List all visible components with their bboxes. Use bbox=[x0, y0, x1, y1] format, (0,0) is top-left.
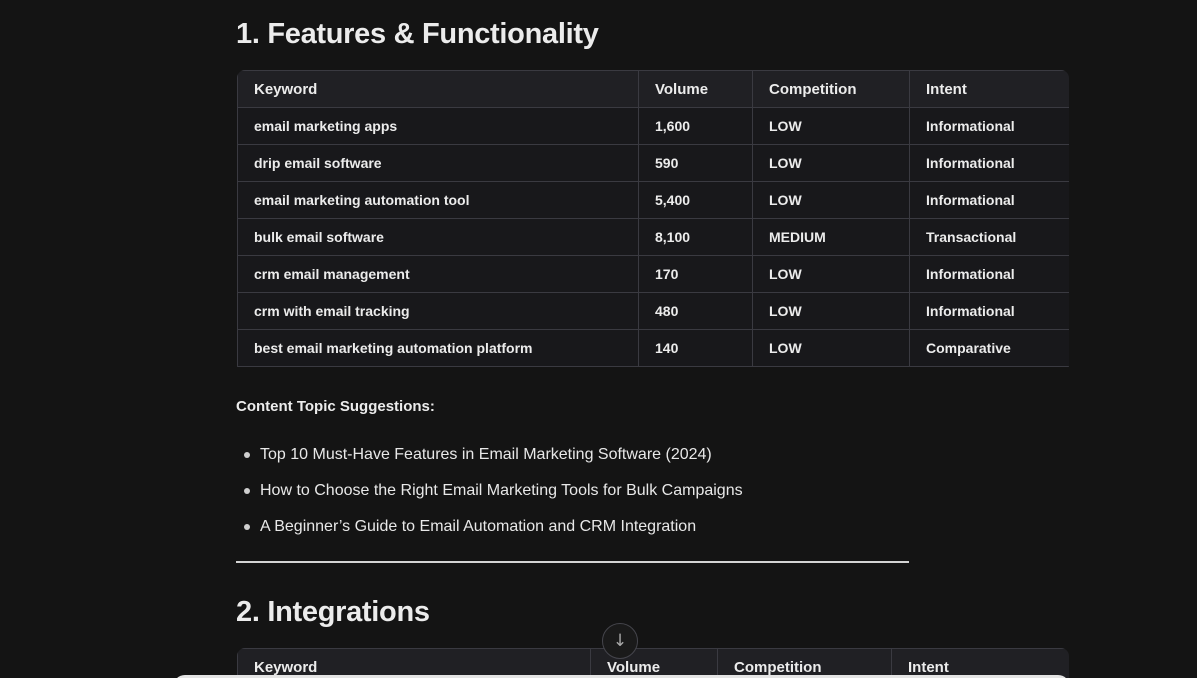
cell-keyword: email marketing apps bbox=[238, 108, 639, 145]
cell-volume: 5,400 bbox=[639, 182, 753, 219]
cell-volume: 140 bbox=[639, 330, 753, 367]
list-item: A Beginner’s Guide to Email Automation a… bbox=[236, 509, 1056, 545]
chat-response-content: 1. Features & Functionality Keyword Volu… bbox=[236, 0, 1069, 678]
chat-page: { "colors": { "page_bg": "#141414", "tex… bbox=[0, 0, 1197, 678]
cell-intent: Comparative bbox=[910, 330, 1070, 367]
cell-keyword: drip email software bbox=[238, 145, 639, 182]
cell-competition: LOW bbox=[753, 145, 910, 182]
column-header-competition: Competition bbox=[753, 71, 910, 108]
column-header-intent: Intent bbox=[892, 649, 1070, 678]
table-row: crm with email tracking 480 LOW Informat… bbox=[238, 293, 1070, 330]
cell-keyword: best email marketing automation platform bbox=[238, 330, 639, 367]
cell-keyword: bulk email software bbox=[238, 219, 639, 256]
cell-competition: LOW bbox=[753, 293, 910, 330]
cell-competition: LOW bbox=[753, 256, 910, 293]
features-keyword-table: Keyword Volume Competition Intent email … bbox=[237, 70, 1069, 373]
table-row: best email marketing automation platform… bbox=[238, 330, 1070, 367]
cell-volume: 480 bbox=[639, 293, 753, 330]
scroll-to-bottom-button[interactable]: ↓ bbox=[602, 623, 638, 659]
cell-volume: 590 bbox=[639, 145, 753, 182]
cell-intent: Informational bbox=[910, 182, 1070, 219]
cell-competition: LOW bbox=[753, 330, 910, 367]
list-item-text: Top 10 Must-Have Features in Email Marke… bbox=[260, 446, 712, 463]
integrations-keyword-table: Keyword Volume Competition Intent bbox=[237, 648, 1069, 678]
column-header-volume: Volume bbox=[639, 71, 753, 108]
cell-intent: Informational bbox=[910, 293, 1070, 330]
arrow-down-icon: ↓ bbox=[613, 633, 627, 650]
column-header-keyword: Keyword bbox=[238, 649, 591, 678]
cell-intent: Transactional bbox=[910, 219, 1070, 256]
cell-intent: Informational bbox=[910, 108, 1070, 145]
cell-competition: MEDIUM bbox=[753, 219, 910, 256]
list-item: How to Choose the Right Email Marketing … bbox=[236, 473, 1056, 509]
cell-volume: 170 bbox=[639, 256, 753, 293]
section-1-title: 1. Features & Functionality bbox=[236, 18, 599, 51]
column-header-competition: Competition bbox=[718, 649, 892, 678]
list-item-text: A Beginner’s Guide to Email Automation a… bbox=[260, 518, 696, 535]
cell-keyword: crm email management bbox=[238, 256, 639, 293]
table-row: bulk email software 8,100 MEDIUM Transac… bbox=[238, 219, 1070, 256]
section-divider bbox=[236, 561, 909, 563]
cell-keyword: email marketing automation tool bbox=[238, 182, 639, 219]
content-topic-suggestions-heading: Content Topic Suggestions: bbox=[236, 398, 435, 415]
table-header-row: Keyword Volume Competition Intent bbox=[238, 71, 1070, 108]
cell-intent: Informational bbox=[910, 145, 1070, 182]
cell-volume: 8,100 bbox=[639, 219, 753, 256]
list-item-text: How to Choose the Right Email Marketing … bbox=[260, 482, 743, 499]
table-row: crm email management 170 LOW Information… bbox=[238, 256, 1070, 293]
column-header-keyword: Keyword bbox=[238, 71, 639, 108]
table-row: email marketing automation tool 5,400 LO… bbox=[238, 182, 1070, 219]
table-header-row: Keyword Volume Competition Intent bbox=[238, 649, 1070, 678]
cell-intent: Informational bbox=[910, 256, 1070, 293]
table-row: drip email software 590 LOW Informationa… bbox=[238, 145, 1070, 182]
list-item: Top 10 Must-Have Features in Email Marke… bbox=[236, 437, 1056, 473]
section-2-title: 2. Integrations bbox=[236, 596, 430, 629]
suggestions-list: Top 10 Must-Have Features in Email Marke… bbox=[236, 437, 1056, 545]
cell-volume: 1,600 bbox=[639, 108, 753, 145]
cell-competition: LOW bbox=[753, 108, 910, 145]
table-row: email marketing apps 1,600 LOW Informati… bbox=[238, 108, 1070, 145]
cell-keyword: crm with email tracking bbox=[238, 293, 639, 330]
column-header-intent: Intent bbox=[910, 71, 1070, 108]
cell-competition: LOW bbox=[753, 182, 910, 219]
